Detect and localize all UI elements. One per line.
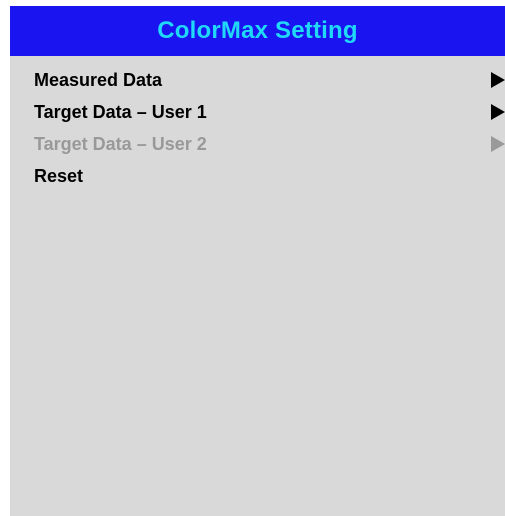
menu-item-label: Reset	[34, 165, 84, 186]
triangle-right-icon	[491, 104, 505, 120]
menu-item-target-data-user-1[interactable]: Target Data – User 1	[10, 96, 505, 128]
colormax-setting-menu: ColorMax Setting Measured Data Target Da…	[10, 6, 505, 516]
triangle-right-icon	[491, 72, 505, 88]
menu-item-reset[interactable]: Reset	[10, 160, 505, 192]
menu-item-target-data-user-2: Target Data – User 2	[10, 128, 505, 160]
menu-item-label: Measured Data	[34, 69, 163, 90]
menu-header: ColorMax Setting	[10, 6, 505, 56]
menu-item-measured-data[interactable]: Measured Data	[10, 64, 505, 96]
menu-item-label: Target Data – User 1	[34, 101, 207, 122]
menu-items: Measured Data Target Data – User 1 Targe…	[10, 56, 505, 192]
menu-item-label: Target Data – User 2	[34, 133, 207, 154]
menu-title: ColorMax Setting	[157, 17, 358, 44]
triangle-right-icon	[491, 136, 505, 152]
